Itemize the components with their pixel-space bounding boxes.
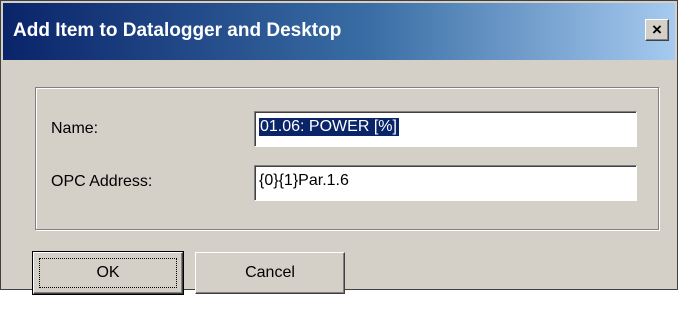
add-item-dialog: Add Item to Datalogger and Desktop × Nam… [0,0,678,295]
item-groupbox [35,87,659,230]
name-field-value: 01.06: POWER [%] [259,118,399,136]
name-field[interactable]: 01.06: POWER [%] [254,111,637,147]
opc-address-field[interactable]: {0}{1}Par.1.6 [254,165,637,201]
cancel-button-label: Cancel [245,264,295,281]
opc-address-label: OPC Address: [51,173,153,190]
close-button[interactable]: × [645,19,669,41]
dialog-title: Add Item to Datalogger and Desktop [13,20,342,41]
opc-address-value: {0}{1}Par.1.6 [259,172,349,189]
title-bar[interactable]: Add Item to Datalogger and Desktop × [3,3,675,60]
close-icon: × [652,20,662,39]
name-label: Name: [51,120,99,137]
ok-button-label: OK [96,264,120,281]
ok-button[interactable]: OK [32,251,184,295]
cancel-button[interactable]: Cancel [195,252,345,294]
